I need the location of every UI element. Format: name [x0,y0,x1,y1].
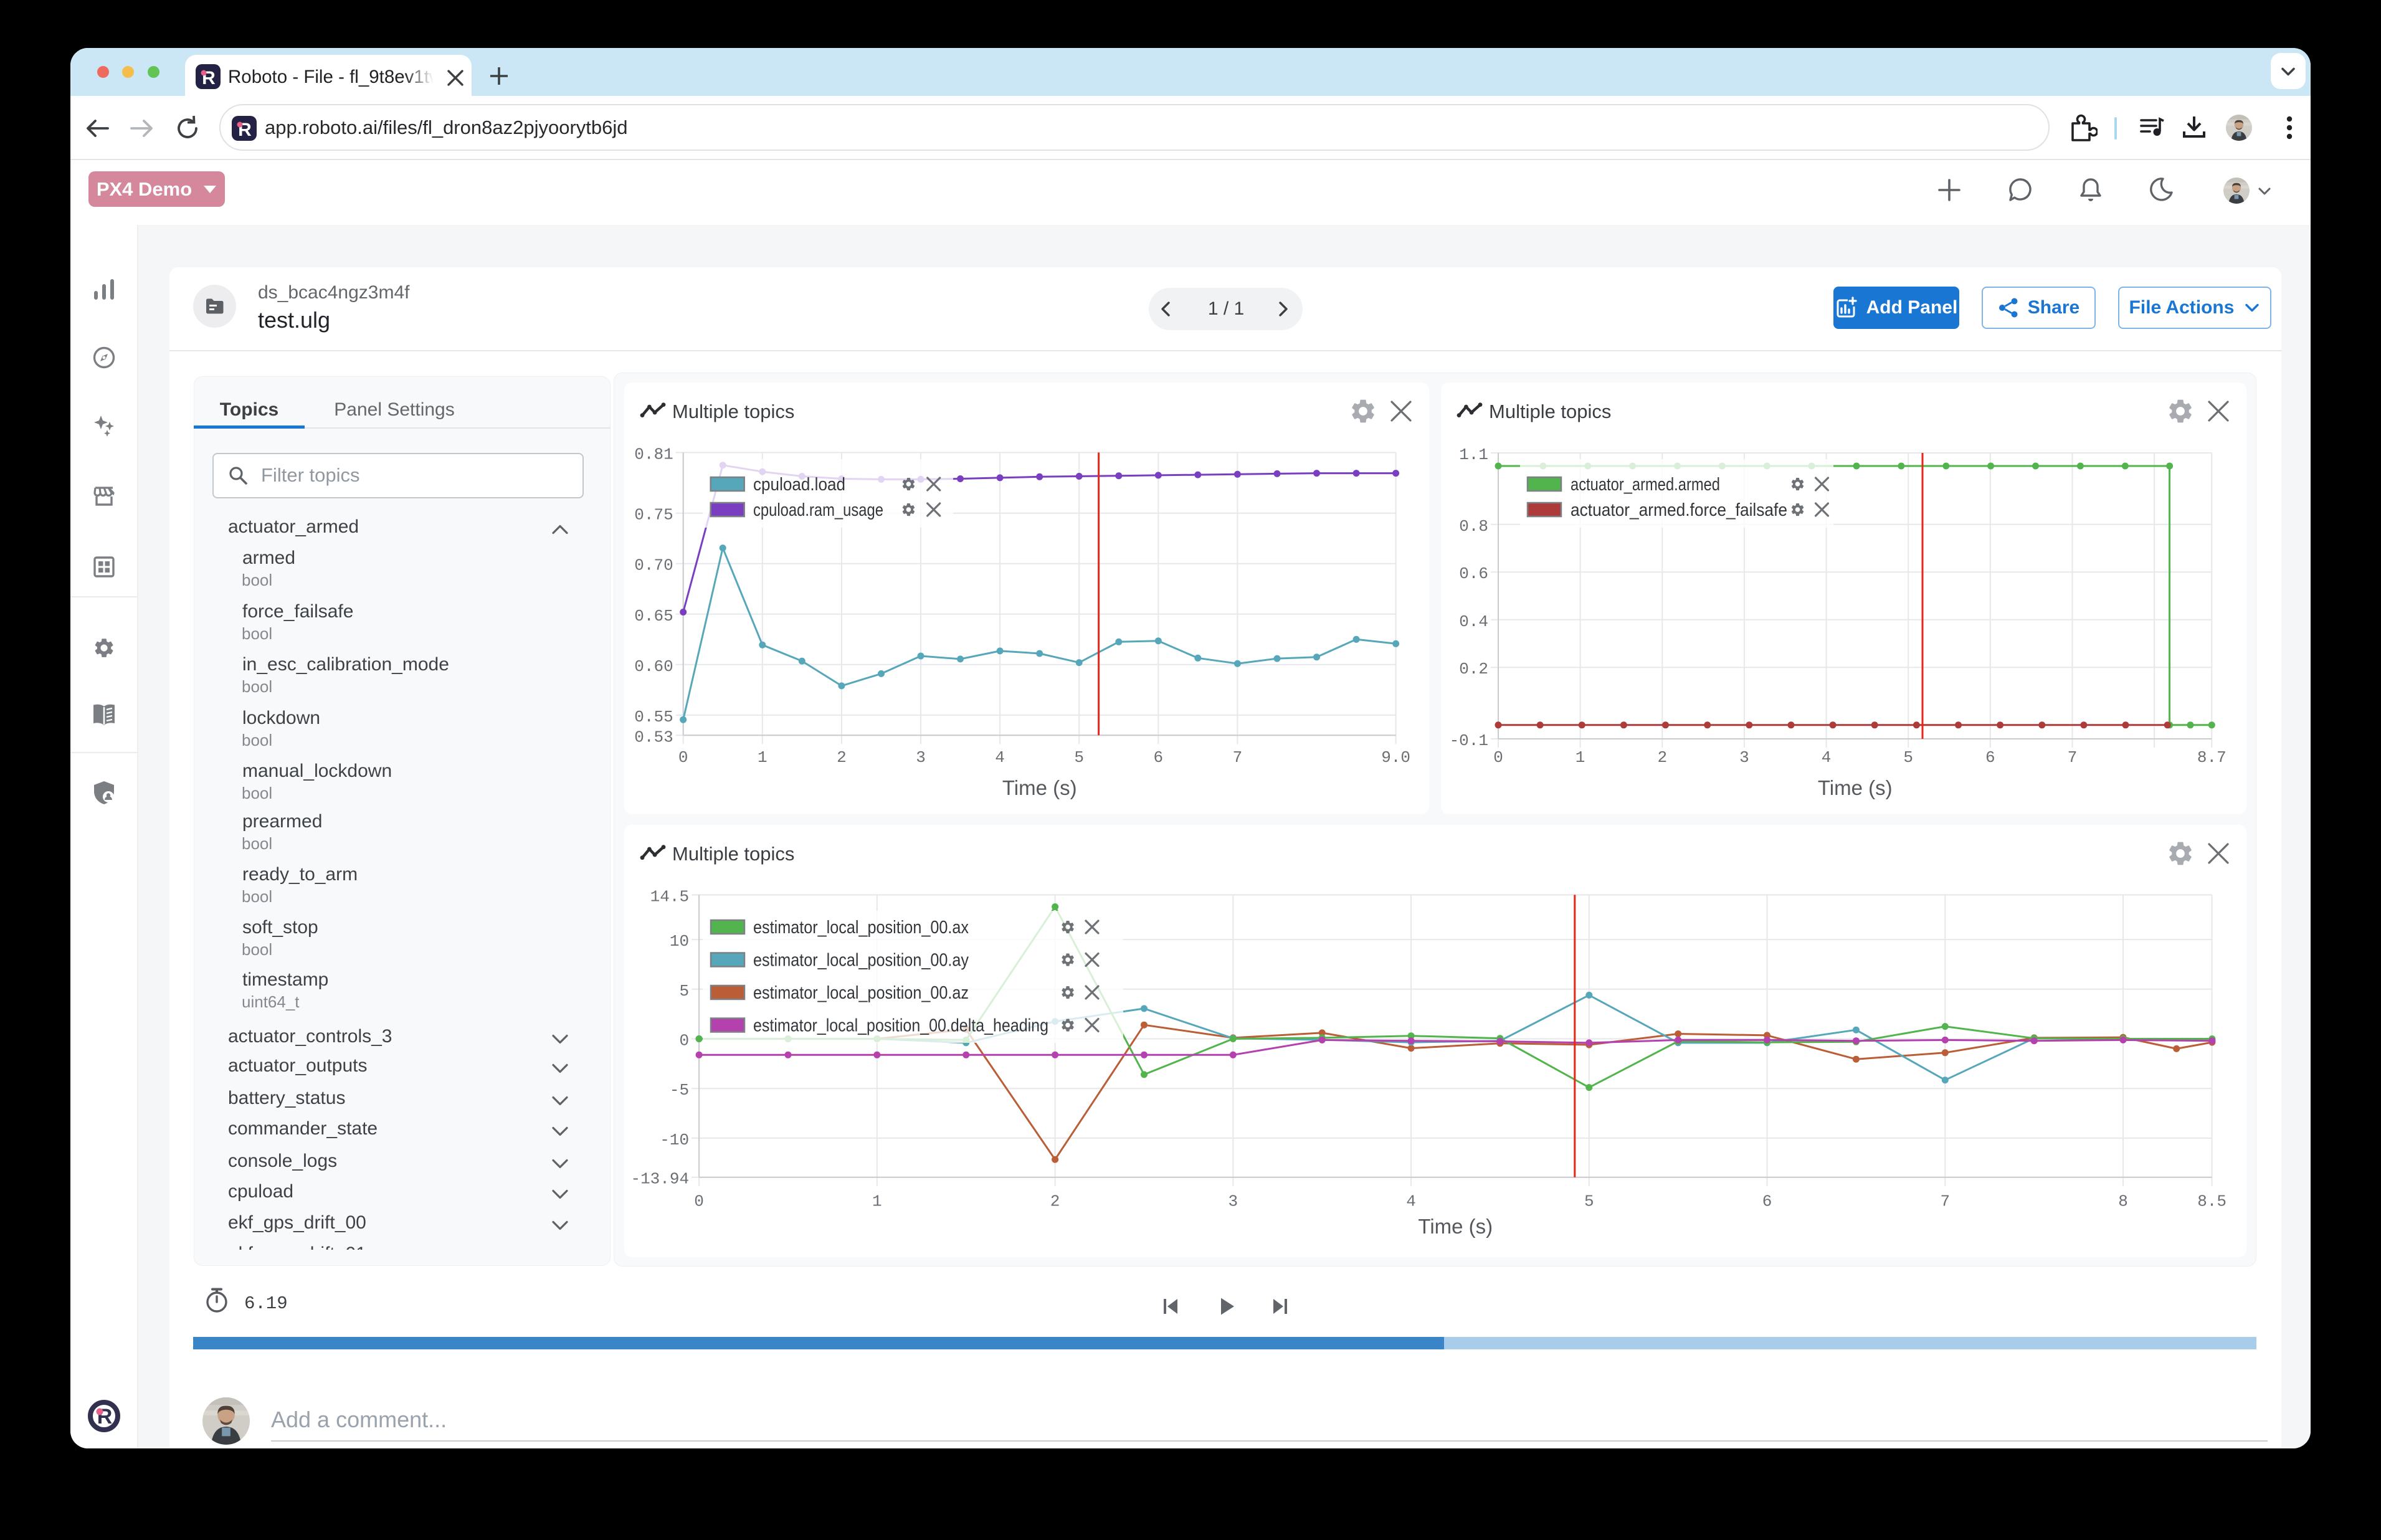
svg-text:actuator_armed.force_failsafe: actuator_armed.force_failsafe [1571,500,1787,520]
svg-text:3: 3 [1739,748,1749,767]
svg-text:5: 5 [679,982,689,1001]
svg-text:0.60: 0.60 [634,657,673,676]
svg-text:cpuload.ram_usage: cpuload.ram_usage [753,500,883,520]
svg-text:-0.1: -0.1 [1450,731,1488,750]
svg-text:0: 0 [679,1032,689,1050]
svg-text:estimator_local_position_00.de: estimator_local_position_00.delta_headin… [753,1016,1048,1036]
svg-text:estimator_local_position_00.az: estimator_local_position_00.az [753,983,969,1003]
svg-text:7: 7 [1940,1192,1950,1210]
svg-text:1: 1 [1575,748,1585,767]
svg-text:2: 2 [1657,748,1667,767]
svg-text:5: 5 [1903,748,1913,767]
svg-text:0.53: 0.53 [634,728,673,746]
svg-text:4: 4 [995,748,1005,767]
svg-text:1: 1 [758,748,768,767]
svg-text:0.6: 0.6 [1459,564,1488,583]
svg-text:10: 10 [670,932,689,951]
svg-text:0: 0 [678,748,688,767]
svg-text:Time (s): Time (s) [1002,776,1077,799]
svg-text:actuator_armed.armed: actuator_armed.armed [1571,475,1720,495]
svg-text:0: 0 [694,1192,704,1210]
svg-text:cpuload.load: cpuload.load [753,475,845,495]
svg-text:Time (s): Time (s) [1818,776,1893,799]
svg-text:0: 0 [1493,748,1503,767]
svg-text:8.5: 8.5 [2197,1192,2227,1210]
svg-text:6: 6 [1762,1192,1772,1210]
svg-text:6: 6 [1153,748,1163,767]
svg-text:-5: -5 [670,1081,689,1100]
svg-text:3: 3 [916,748,926,767]
svg-text:Multiple topics: Multiple topics [672,843,794,865]
svg-text:5: 5 [1584,1192,1594,1210]
svg-text:9.0: 9.0 [1381,748,1410,767]
svg-text:-10: -10 [660,1131,689,1149]
svg-text:0.4: 0.4 [1459,612,1488,631]
svg-text:6: 6 [1985,748,1995,767]
svg-text:0.55: 0.55 [634,708,673,726]
svg-text:0.70: 0.70 [634,556,673,575]
svg-text:1: 1 [872,1192,882,1210]
svg-text:4: 4 [1822,748,1832,767]
svg-text:7: 7 [1233,748,1243,767]
svg-text:Multiple topics: Multiple topics [1489,401,1611,422]
svg-text:2: 2 [1050,1192,1060,1210]
svg-text:estimator_local_position_00.ay: estimator_local_position_00.ay [753,951,969,971]
svg-text:5: 5 [1074,748,1084,767]
svg-text:7: 7 [2068,748,2078,767]
svg-text:Time (s): Time (s) [1418,1215,1493,1238]
svg-text:4: 4 [1406,1192,1416,1210]
svg-text:0.2: 0.2 [1459,660,1488,678]
svg-text:14.5: 14.5 [650,887,689,906]
svg-text:8.7: 8.7 [2197,748,2227,767]
svg-text:8: 8 [2118,1192,2128,1210]
svg-text:2: 2 [837,748,847,767]
svg-text:-13.94: -13.94 [630,1170,689,1189]
svg-text:0.81: 0.81 [634,445,673,463]
svg-text:0.65: 0.65 [634,607,673,625]
svg-text:estimator_local_position_00.ax: estimator_local_position_00.ax [753,918,969,938]
svg-text:Multiple topics: Multiple topics [672,401,794,422]
svg-text:3: 3 [1228,1192,1238,1210]
svg-text:1.1: 1.1 [1459,445,1488,464]
svg-text:0.8: 0.8 [1459,517,1488,536]
svg-text:0.75: 0.75 [634,506,673,525]
